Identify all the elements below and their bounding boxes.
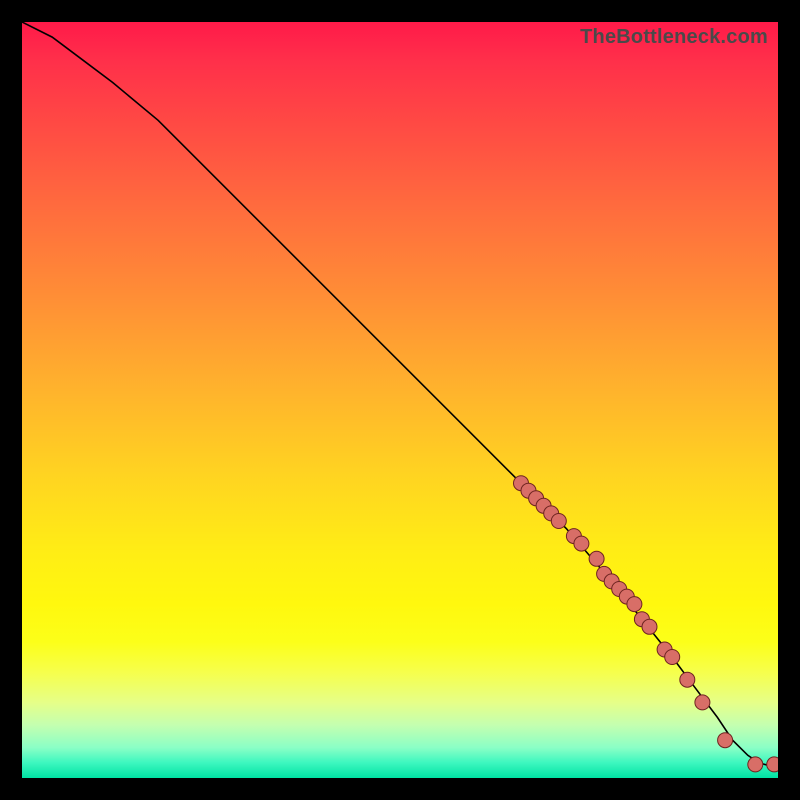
data-point [551, 514, 566, 529]
chart-overlay [22, 22, 778, 778]
data-point [767, 757, 778, 772]
data-point [748, 757, 763, 772]
data-point [589, 551, 604, 566]
data-point [574, 536, 589, 551]
scatter-points [514, 476, 779, 772]
data-point [642, 619, 657, 634]
plot-area: TheBottleneck.com [22, 22, 778, 778]
data-point [680, 672, 695, 687]
data-point [665, 650, 680, 665]
data-point [695, 695, 710, 710]
data-point [718, 733, 733, 748]
chart-frame: TheBottleneck.com [0, 0, 800, 800]
data-point [627, 597, 642, 612]
